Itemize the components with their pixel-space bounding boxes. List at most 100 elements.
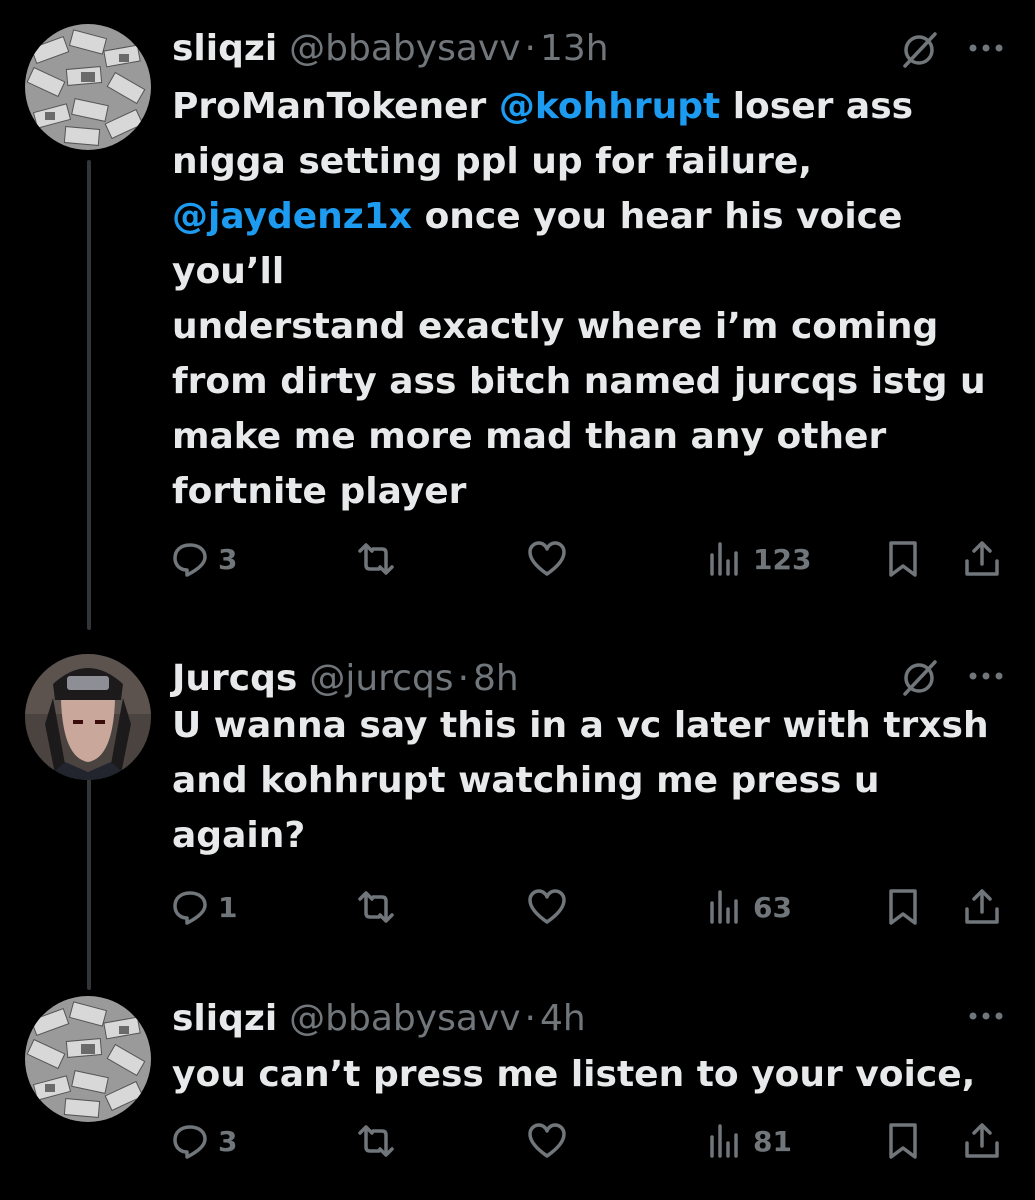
views-button[interactable]: 81 [705,1115,792,1167]
views-icon [705,1121,745,1161]
tweet-text-line: ProManTokener @kohhrupt loser ass [172,79,992,134]
views-count: 81 [753,1124,792,1158]
bookmark-button[interactable] [883,1115,923,1167]
retweet-button[interactable] [356,1115,396,1167]
mention-link[interactable]: @jaydenz1x [172,196,412,237]
reply-button[interactable]: 3 [170,533,237,585]
tweet-text-line: @jaydenz1x once you hear his voice [172,189,992,244]
reply-icon [170,887,210,927]
bookmark-icon [883,539,923,579]
tweet-text-segment: again? [172,815,306,856]
bookmark-button[interactable] [883,533,923,585]
share-button[interactable] [962,881,1002,933]
tweet-text-segment: make me more mad than any other [172,416,887,457]
more-icon[interactable] [967,41,1005,55]
grok-icon[interactable] [899,30,939,70]
tweet-text-segment: once you hear his voice [412,196,903,237]
tweet-text-segment: from dirty ass bitch named jurcqs istg u [172,361,986,402]
like-button[interactable] [527,533,567,585]
reply-icon [170,1121,210,1161]
retweet-button[interactable] [356,881,396,933]
user-handle[interactable]: @bbabysavv [289,998,520,1039]
grok-icon[interactable] [899,658,939,698]
separator: · [524,997,536,1039]
tweet-text-line: U wanna say this in a vc later with trxs… [172,698,992,753]
tweet-actions: 3 123 [0,533,1035,585]
tweet-text-segment: understand exactly where i’m coming [172,306,939,347]
display-name[interactable]: sliqzi [172,28,277,69]
tweet-text-segment: ProManTokener [172,86,499,127]
tweet-text-segment: loser ass [720,86,914,127]
reply-icon [170,539,210,579]
tweet-text-segment: fortnite player [172,471,467,512]
separator: · [457,657,470,699]
heart-icon [527,539,567,579]
bookmark-button[interactable] [883,881,923,933]
tweet-text-line: again? [172,808,992,863]
tweet-actions: 3 81 [0,1115,1035,1167]
tweet-text-segment: nigga setting ppl up for failure, [172,141,813,182]
retweet-icon [356,539,396,579]
user-handle[interactable]: @bbabysavv [289,28,520,69]
tweet-header: sliqzi @bbabysavv · 13h [172,20,609,76]
reply-count: 1 [218,890,238,924]
timestamp[interactable]: 8h [473,658,519,699]
tweet-text: U wanna say this in a vc later with trxs… [172,698,992,863]
display-name[interactable]: Jurcqs [172,658,297,699]
views-button[interactable]: 123 [705,533,811,585]
share-button[interactable] [962,533,1002,585]
tweet-text-segment: and kohhrupt watching me press u [172,760,880,801]
share-icon [962,887,1002,927]
tweet-text-line: from dirty ass bitch named jurcqs istg u [172,354,992,409]
views-icon [705,539,745,579]
display-name[interactable]: sliqzi [172,998,277,1039]
like-button[interactable] [527,1115,567,1167]
reply-count: 3 [218,542,238,576]
timestamp[interactable]: 13h [540,28,609,69]
tweet-text-line: you can’t press me listen to your voice, [172,1047,992,1102]
tweet[interactable]: Jurcqs @jurcqs · 8h U wanna say this in … [0,640,1035,970]
tweet-text: ProManTokener @kohhrupt loser ass nigga s… [172,79,992,519]
tweet-text-line: you’ll [172,244,992,299]
share-icon [962,1121,1002,1161]
tweet-text-line: and kohhrupt watching me press u [172,753,992,808]
reply-button[interactable]: 3 [170,1115,237,1167]
tweet-text-segment: you’ll [172,251,285,292]
tweet-text-segment: you can’t press me listen to your voice, [172,1054,976,1095]
views-icon [705,887,745,927]
user-handle[interactable]: @jurcqs [309,658,453,699]
avatar[interactable] [25,24,151,150]
views-button[interactable]: 63 [705,881,792,933]
retweet-icon [356,1121,396,1161]
tweet-text: you can’t press me listen to your voice, [172,1047,992,1102]
tweet-text-segment: U wanna say this in a vc later with trxs… [172,705,989,746]
bookmark-icon [883,1121,923,1161]
retweet-icon [356,887,396,927]
like-button[interactable] [527,881,567,933]
timestamp[interactable]: 4h [540,998,586,1039]
tweet-text-line: understand exactly where i’m coming [172,299,992,354]
tweet[interactable]: sliqzi @bbabysavv · 13h ProManTokener @k… [0,0,1035,620]
share-button[interactable] [962,1115,1002,1167]
bookmark-icon [883,887,923,927]
heart-icon [527,1121,567,1161]
mention-link[interactable]: @kohhrupt [499,86,720,127]
views-count: 123 [753,542,812,576]
avatar[interactable] [25,996,151,1122]
reply-count: 3 [218,1124,238,1158]
tweet-actions: 1 63 [0,881,1035,933]
reply-button[interactable]: 1 [170,881,237,933]
heart-icon [527,887,567,927]
more-icon[interactable] [967,1009,1005,1023]
tweet-text-line: make me more mad than any other [172,409,992,464]
views-count: 63 [753,890,792,924]
avatar[interactable] [25,654,151,780]
tweet[interactable]: sliqzi @bbabysavv · 4h you can’t press m… [0,990,1035,1200]
separator: · [524,27,536,69]
retweet-button[interactable] [356,533,396,585]
tweet-header: sliqzi @bbabysavv · 4h [172,990,586,1046]
share-icon [962,539,1002,579]
tweet-text-line: nigga setting ppl up for failure, [172,134,992,189]
tweet-text-line: fortnite player [172,464,992,519]
more-icon[interactable] [967,669,1005,683]
